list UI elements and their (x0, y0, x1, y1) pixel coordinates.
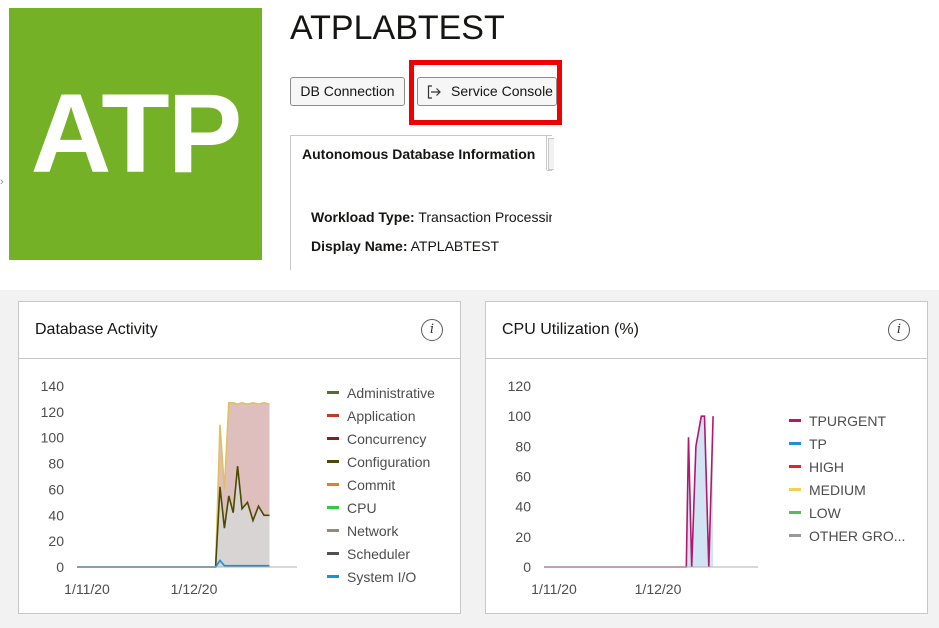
tab-next[interactable] (548, 138, 554, 170)
legend-swatch (789, 419, 801, 422)
legend-swatch (327, 437, 339, 440)
legend-label: MEDIUM (809, 482, 866, 498)
y-tick-label: 60 (48, 481, 64, 497)
legend-item[interactable]: OTHER GRO... (789, 527, 919, 550)
legend-swatch (789, 488, 801, 491)
legend-label: Commit (347, 477, 396, 493)
cpu-utilization-panel: CPU Utilization (%) i 0 20 40 60 80 100 120 1/1… (485, 301, 928, 614)
legend-swatch (789, 534, 801, 537)
y-tick-label: 100 (508, 408, 532, 424)
legend-item[interactable]: Scheduler (327, 545, 435, 568)
legend-label: Application (347, 408, 416, 424)
legend-item[interactable]: TPURGENT (789, 412, 919, 435)
y-tick-label: 60 (515, 469, 531, 485)
legend-item[interactable]: Application (327, 407, 435, 430)
highlight-box (409, 60, 562, 125)
collapse-handle-icon[interactable]: › (0, 176, 6, 188)
x-tick-label: 1/12/20 (635, 581, 682, 597)
legend-item[interactable]: Network (327, 522, 435, 545)
y-tick-label: 40 (515, 499, 531, 515)
legend-label: OTHER GRO... (809, 528, 906, 544)
legend-swatch (327, 552, 339, 555)
logo-text: ATP (30, 71, 243, 196)
db-connection-button[interactable]: DB Connection (290, 77, 405, 106)
chart-legend: TPURGENT TP HIGH MEDIUM LOW OTHER GRO... (789, 412, 919, 550)
page-title: ATPLABTEST (290, 9, 505, 47)
database-activity-panel: Database Activity i 0 20 40 60 80 100 120 140 1/… (18, 301, 461, 614)
legend-label: System I/O (347, 569, 417, 585)
legend-swatch (327, 575, 339, 578)
legend-label: TPURGENT (809, 413, 886, 429)
legend-item[interactable]: System I/O (327, 568, 435, 591)
legend-item[interactable]: HIGH (789, 458, 919, 481)
legend-item[interactable]: TP (789, 435, 919, 458)
legend-swatch (327, 529, 339, 532)
y-tick-label: 80 (48, 456, 64, 472)
y-tick-label: 140 (41, 378, 65, 394)
legend-item[interactable]: Configuration (327, 453, 435, 476)
legend-label: Administrative (347, 385, 435, 401)
y-tick-label: 0 (56, 559, 64, 575)
legend-label: Concurrency (347, 431, 427, 447)
tab-autonomous-database-information[interactable]: Autonomous Database Information (291, 135, 547, 170)
legend-swatch (327, 506, 339, 509)
workload-type-value: Transaction Processing (418, 209, 552, 225)
display-name-label: Display Name: (311, 238, 408, 254)
legend-label: Network (347, 523, 399, 539)
legend-swatch (789, 511, 801, 514)
y-tick-label: 20 (48, 533, 64, 549)
atp-logo: ATP (9, 8, 262, 260)
x-tick-label: 1/11/20 (531, 581, 577, 597)
x-tick-label: 1/11/20 (64, 581, 110, 597)
chart-legend: Administrative Application Concurrency Conf… (327, 384, 435, 591)
legend-swatch (327, 391, 339, 394)
legend-swatch (327, 414, 339, 417)
y-tick-label: 0 (523, 559, 531, 575)
legend-item[interactable]: LOW (789, 504, 919, 527)
workload-type-label: Workload Type: (311, 209, 415, 225)
y-tick-label: 120 (41, 404, 65, 420)
y-tick-label: 40 (48, 507, 64, 523)
legend-item[interactable]: Administrative (327, 384, 435, 407)
legend-item[interactable]: Concurrency (327, 430, 435, 453)
legend-label: Scheduler (347, 546, 411, 562)
legend-label: HIGH (809, 459, 844, 475)
legend-swatch (327, 483, 339, 486)
display-name-value: ATPLABTEST (410, 238, 500, 254)
legend-swatch (327, 460, 339, 463)
y-tick-label: 20 (515, 529, 531, 545)
legend-item[interactable]: CPU (327, 499, 435, 522)
legend-label: LOW (809, 505, 841, 521)
y-tick-label: 100 (41, 430, 65, 446)
y-tick-label: 120 (508, 378, 532, 394)
legend-label: Configuration (347, 454, 431, 470)
tab-divider (547, 170, 552, 171)
y-tick-label: 80 (515, 438, 531, 454)
legend-item[interactable]: MEDIUM (789, 481, 919, 504)
legend-swatch (789, 465, 801, 468)
legend-label: CPU (347, 500, 377, 516)
x-tick-label: 1/12/20 (171, 581, 218, 597)
display-name-field: Display Name: ATPLABTEST (311, 237, 552, 255)
legend-item[interactable]: Commit (327, 476, 435, 499)
legend-swatch (789, 442, 801, 445)
workload-type-field: Workload Type: Transaction Processing (311, 208, 552, 226)
legend-label: TP (809, 436, 827, 452)
